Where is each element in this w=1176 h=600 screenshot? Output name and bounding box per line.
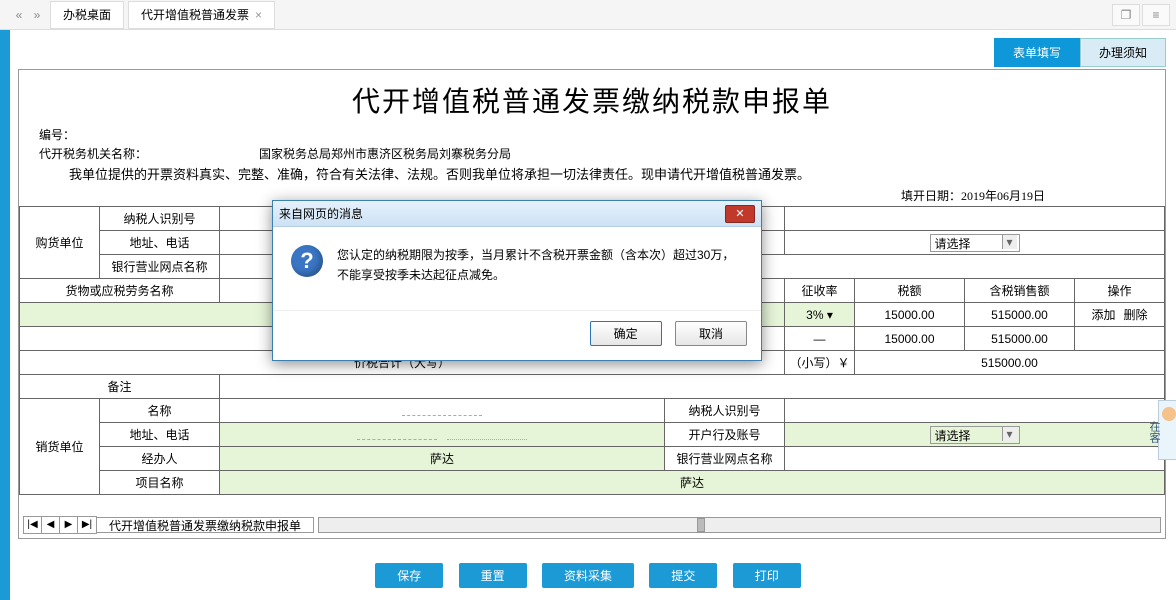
taxamt-header: 税额 <box>855 279 965 303</box>
dialog: 来自网页的消息 ✕ ? 您认定的纳税期限为按季，当月累计不含税开票金额（含本次）… <box>272 200 762 361</box>
agency-value: 国家税务总局郑州市惠济区税务局刘寨税务分局 <box>259 147 511 161</box>
rate-select[interactable]: 3% ▾ <box>785 303 855 327</box>
total-tax: 15000.00 <box>855 327 965 351</box>
buyer-label: 购货单位 <box>20 207 100 279</box>
seller-bankbranch-input[interactable] <box>785 447 1165 471</box>
seller-addr-input[interactable] <box>220 423 665 447</box>
horizontal-scrollbar[interactable] <box>318 517 1161 533</box>
page-title: 代开增值税普通发票缴纳税款申报单 <box>19 70 1165 126</box>
handler-input[interactable]: 萨达 <box>220 447 665 471</box>
ops-header: 操作 <box>1075 279 1165 303</box>
project-label: 项目名称 <box>100 471 220 495</box>
seller-bankbranch-label: 银行营业网点名称 <box>665 447 785 471</box>
seller-name-label: 名称 <box>100 399 220 423</box>
bottom-toolbar: 保存 重置 资料采集 提交 打印 <box>0 563 1176 588</box>
print-button[interactable]: 打印 <box>733 563 801 588</box>
addr-label: 地址、电话 <box>100 231 220 255</box>
question-icon: ? <box>291 245 323 277</box>
seller-taxid-label: 纳税人识别号 <box>665 399 785 423</box>
reset-button[interactable]: 重置 <box>459 563 527 588</box>
tab-invoice[interactable]: 代开增值税普通发票× <box>128 1 275 29</box>
tax-cell: 15000.00 <box>855 303 965 327</box>
buyer-taxid-extra[interactable] <box>785 207 1165 231</box>
sheet-nav: |◀ ◀ ▶ ▶| 代开增值税普通发票缴纳税款申报单 <box>23 516 1161 534</box>
gross-header: 含税销售额 <box>965 279 1075 303</box>
tabs-prev-icon[interactable]: « <box>10 5 28 25</box>
lower-amount: 515000.00 <box>855 351 1165 375</box>
tab-desktop[interactable]: 办税桌面 <box>50 1 124 29</box>
dialog-ok-button[interactable]: 确定 <box>590 321 662 346</box>
tab-bar: « » 办税桌面 代开增值税普通发票× ❐ ≡ <box>0 0 1176 30</box>
rate-header: 征收率 <box>785 279 855 303</box>
lower-label: （小写）￥ <box>785 351 855 375</box>
tab-invoice-label: 代开增值税普通发票 <box>141 1 249 29</box>
declaration-text: 我单位提供的开票资料真实、完整、准确，符合有关法律、法规。否则我单位将承担一切法… <box>19 164 1165 187</box>
tab-form-fill[interactable]: 表单填写 <box>994 38 1080 67</box>
tabs-next-icon[interactable]: » <box>28 5 46 25</box>
side-float-helper[interactable]: 在客 <box>1158 400 1176 460</box>
bianhao-label: 编号： <box>39 126 259 143</box>
remark-input[interactable] <box>220 375 1165 399</box>
tab-desktop-label: 办税桌面 <box>63 1 111 29</box>
seller-addr-label: 地址、电话 <box>100 423 220 447</box>
delete-button[interactable]: 删除 <box>1120 306 1152 323</box>
dialog-cancel-button[interactable]: 取消 <box>675 321 747 346</box>
total-dash: — <box>785 327 855 351</box>
dialog-message: 您认定的纳税期限为按季，当月累计不含税开票金额（含本次）超过30万，不能享受按季… <box>337 245 743 286</box>
remark-label: 备注 <box>20 375 220 399</box>
ops-cell: 添加删除 <box>1075 303 1165 327</box>
close-icon[interactable]: × <box>255 1 262 29</box>
fill-date-label: 填开日期： <box>901 189 961 203</box>
total-gross: 515000.00 <box>965 327 1075 351</box>
collect-button[interactable]: 资料采集 <box>542 563 634 588</box>
seller-bank-select[interactable]: 请选择 <box>785 423 1165 447</box>
menu-button[interactable]: ≡ <box>1142 4 1170 26</box>
handler-label: 经办人 <box>100 447 220 471</box>
project-input[interactable]: 萨达 <box>220 471 1165 495</box>
dialog-close-button[interactable]: ✕ <box>725 205 755 223</box>
bankacct-label: 开户行及账号 <box>665 423 785 447</box>
sheet-next-icon[interactable]: ▶ <box>60 517 78 533</box>
buyer-bank-select[interactable]: 请选择 <box>785 231 1165 255</box>
seller-label: 销货单位 <box>20 399 100 495</box>
submit-button[interactable]: 提交 <box>649 563 717 588</box>
sheet-last-icon[interactable]: ▶| <box>78 517 96 533</box>
gross-cell: 515000.00 <box>965 303 1075 327</box>
add-button[interactable]: 添加 <box>1087 306 1119 323</box>
dialog-title: 来自网页的消息 <box>279 205 725 222</box>
history-button[interactable]: ❐ <box>1112 4 1140 26</box>
save-button[interactable]: 保存 <box>375 563 443 588</box>
seller-taxid-input[interactable] <box>785 399 1165 423</box>
sheet-first-icon[interactable]: |◀ <box>24 517 42 533</box>
fill-date-value: 2019年06月19日 <box>961 189 1045 203</box>
seller-name-input[interactable] <box>220 399 665 423</box>
agency-label: 代开税务机关名称： <box>39 145 259 162</box>
goods-header: 货物或应税劳务名称 <box>20 279 220 303</box>
taxid-label: 纳税人识别号 <box>100 207 220 231</box>
sheet-prev-icon[interactable]: ◀ <box>42 517 60 533</box>
sheet-tab[interactable]: 代开增值税普通发票缴纳税款申报单 <box>97 517 314 533</box>
avatar-icon <box>1162 407 1176 421</box>
bankbranch-label: 银行营业网点名称 <box>100 255 220 279</box>
side-accent <box>0 30 10 600</box>
tab-notice[interactable]: 办理须知 <box>1080 38 1166 67</box>
